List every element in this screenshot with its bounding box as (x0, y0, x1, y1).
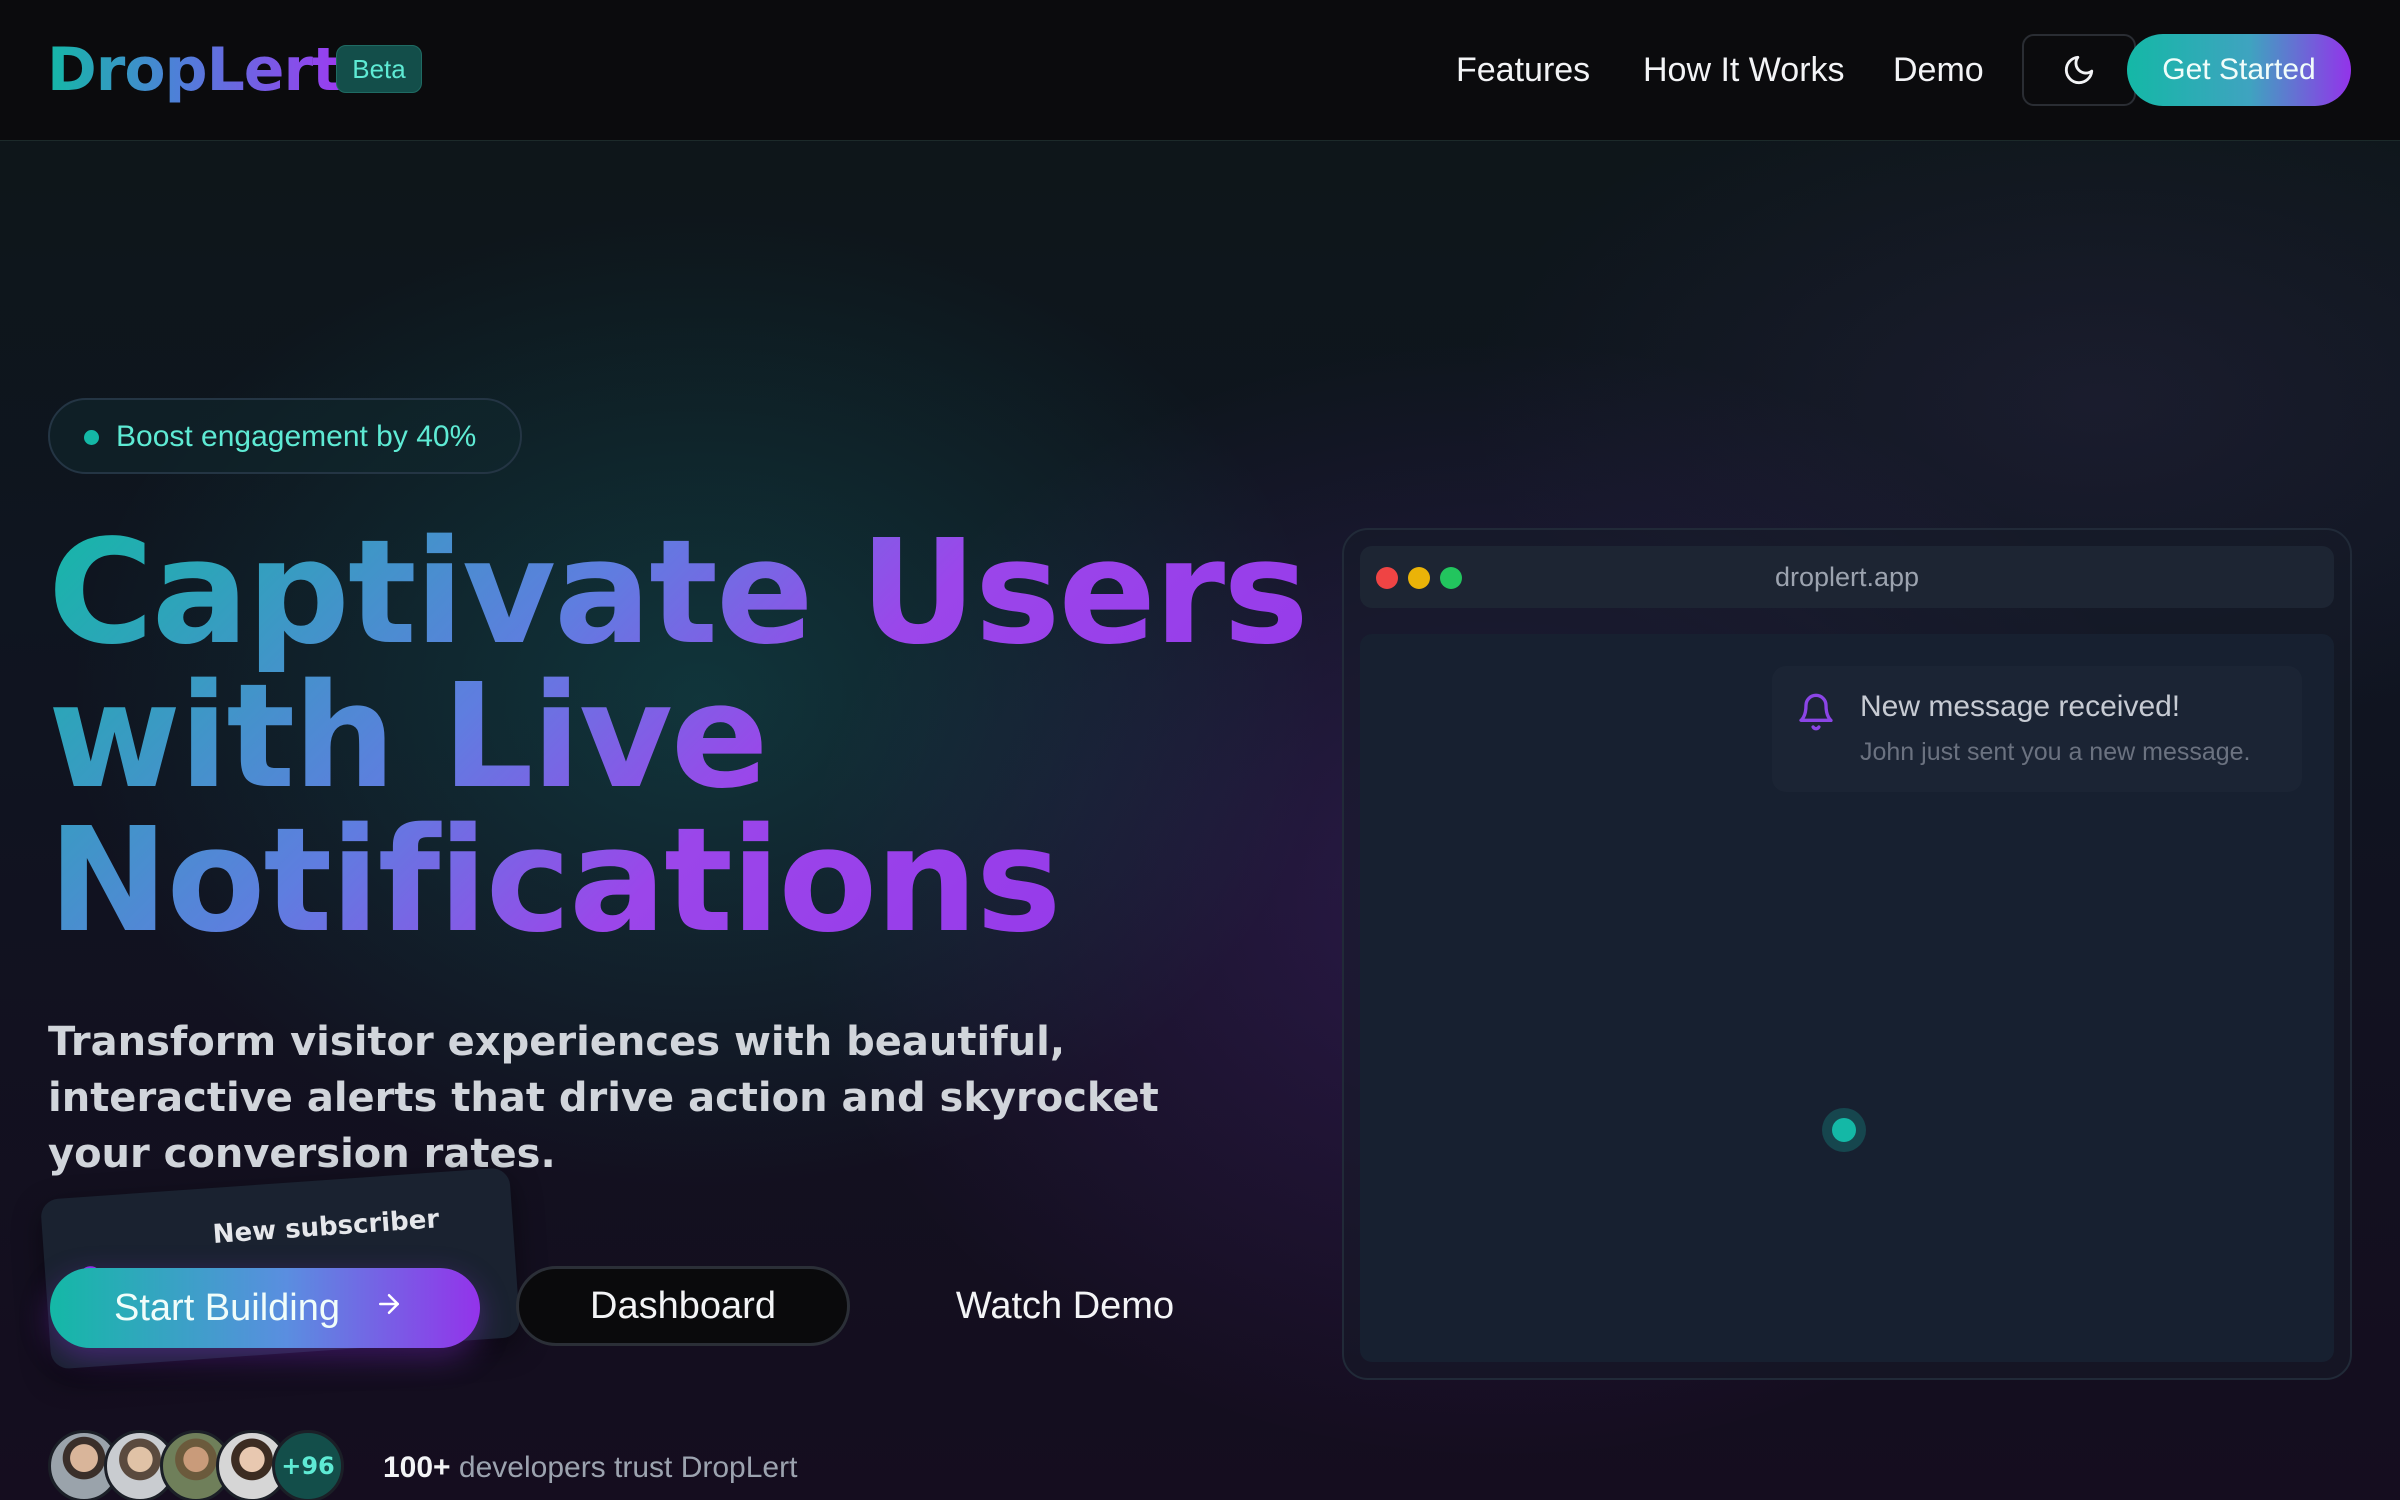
hero-subtext: Transform visitor experiences with beaut… (48, 1019, 1159, 1177)
dashboard-button[interactable]: Dashboard (516, 1266, 850, 1346)
browser-url: droplert.app (1774, 562, 1920, 592)
notification-title: New message received! (1860, 690, 2181, 723)
avatar-group: +96 (48, 1430, 368, 1500)
browser-content: New message received! John just sent you… (1360, 634, 2334, 1362)
developer-count: 100+ (383, 1451, 451, 1484)
hero-headline: Captivate Users with Live Notifications (48, 520, 1368, 952)
site-header: DropLert Beta Features How It Works Demo… (0, 0, 2400, 141)
theme-toggle-button[interactable] (2022, 34, 2136, 106)
bell-icon (1796, 692, 1836, 736)
nav-link-demo[interactable]: Demo (1893, 48, 1984, 92)
brand-logo[interactable]: DropLert (47, 35, 341, 105)
engagement-pill: Boost engagement by 40% (48, 398, 522, 474)
moon-icon (2064, 55, 2094, 85)
nav-link-how-it-works[interactable]: How It Works (1643, 48, 1845, 92)
watch-demo-button[interactable]: Watch Demo (900, 1266, 1230, 1346)
get-started-button[interactable]: Get Started (2127, 34, 2351, 106)
avatar-more-count: +96 (272, 1430, 344, 1500)
beta-badge: Beta (336, 45, 422, 93)
headline-line-1: Captivate Users (48, 508, 1307, 676)
arrow-right-icon (374, 1289, 404, 1328)
floating-card-title: New subscriber (211, 1204, 441, 1250)
headline-line-2: with Live (48, 652, 767, 820)
browser-mockup: droplert.app New message received! John … (1342, 528, 2352, 1380)
start-building-label: Start Building (114, 1286, 341, 1329)
notification-body: John just sent you a new message. (1860, 738, 2251, 766)
pulse-indicator-core (1832, 1118, 1856, 1142)
status-dot (84, 430, 99, 445)
notification-toast: New message received! John just sent you… (1772, 666, 2302, 792)
nav-link-features[interactable]: Features (1456, 48, 1590, 92)
engagement-pill-text: Boost engagement by 40% (116, 420, 477, 453)
social-proof-text: 100+ developers trust DropLert (383, 1448, 797, 1488)
browser-title-bar: droplert.app (1360, 546, 2334, 608)
social-proof-label: developers trust DropLert (458, 1451, 798, 1484)
headline-line-3: Notifications (48, 796, 1060, 964)
start-building-button[interactable]: Start Building (50, 1268, 480, 1348)
pulse-indicator (1822, 1108, 1866, 1152)
